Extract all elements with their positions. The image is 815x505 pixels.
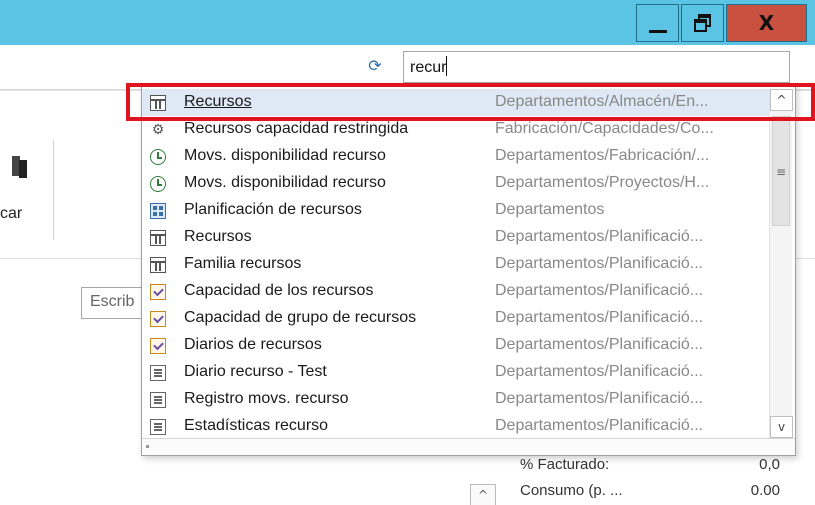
result-item-path: Departamentos/Proyectos/H... (495, 174, 710, 191)
result-item-name: Estadísticas recurso (184, 417, 329, 434)
table-icon (150, 230, 166, 246)
result-item-path: Departamentos/Planificació... (495, 309, 704, 326)
refresh-icon[interactable]: ⟳ (366, 57, 384, 75)
restore-icon (693, 14, 712, 32)
result-item-name: Diarios de recursos (184, 336, 322, 353)
minimize-icon (648, 29, 667, 33)
field-label: % Facturado: (520, 456, 610, 473)
history-icon (150, 149, 166, 165)
resize-grip-icon[interactable] (146, 445, 149, 448)
ribbon-action-label[interactable]: car (0, 205, 22, 223)
result-item[interactable]: Diarios de recursos Departamentos/Planifi… (142, 332, 769, 359)
result-item[interactable]: Registro movs. recurso Departamentos/Plan… (142, 386, 769, 413)
result-item-name: Registro movs. recurso (184, 390, 349, 407)
history-icon (150, 176, 166, 192)
search-results-list: Recursos Departamentos/Almacén/En... ⚙ Recu… (142, 89, 769, 440)
result-item-path: Departamentos/Planificació... (495, 336, 704, 353)
result-item-path: Departamentos/Planificació... (495, 417, 704, 434)
result-item[interactable]: Diario recurso - Test Departamentos/Plani… (142, 359, 769, 386)
result-item-name: Familia recursos (184, 255, 302, 272)
result-item[interactable]: Movs. disponibilidad recurso Departamento… (142, 170, 769, 197)
result-item-name: Capacidad de grupo de recursos (184, 309, 417, 326)
scroll-down-button[interactable]: v (770, 416, 793, 438)
field-value: 0.00 (750, 482, 780, 499)
result-item-path: Departamentos (495, 201, 605, 218)
result-item-path: Departamentos/Planificació... (495, 228, 704, 245)
check-icon (150, 311, 166, 327)
doc-icon (150, 419, 166, 435)
text-caret (446, 56, 448, 76)
result-item-path: Fabricación/Capacidades/Co... (495, 120, 714, 137)
maximize-button[interactable] (681, 4, 724, 42)
result-item-path: Departamentos/Planificació... (495, 255, 704, 272)
result-item-name: Recursos (184, 228, 252, 245)
close-icon: X (758, 11, 775, 35)
filter-input-placeholder: Escrib (90, 293, 135, 310)
window-titlebar: X (0, 0, 815, 45)
check-icon (150, 284, 166, 300)
plan-icon (150, 203, 166, 219)
field-label: Consumo (p. ... (520, 482, 623, 499)
doc-icon (150, 365, 166, 381)
doc-icon (150, 392, 166, 408)
gear-icon: ⚙ (151, 122, 165, 138)
ribbon-action-icon[interactable] (12, 150, 28, 182)
result-item[interactable]: Familia recursos Departamentos/Planificac… (142, 251, 769, 278)
search-results-dropdown: Recursos Departamentos/Almacén/En... ⚙ Recu… (141, 83, 796, 456)
dropdown-footer (142, 438, 795, 455)
collapse-button[interactable]: ^ (470, 484, 496, 505)
result-item[interactable]: Movs. disponibilidad recurso Departamento… (142, 143, 769, 170)
scroll-thumb[interactable]: ≡ (772, 116, 790, 226)
result-item[interactable]: Recursos Departamentos/Planificació... (142, 224, 769, 251)
result-item[interactable]: Estadísticas recurso Departamentos/Planif… (142, 413, 769, 440)
result-item-name: Movs. disponibilidad recurso (184, 174, 386, 191)
search-input[interactable]: recur (403, 51, 790, 83)
minimize-button[interactable] (636, 4, 679, 42)
field-value: 0,0 (759, 456, 780, 473)
result-item-name: Capacidad de los recursos (184, 282, 374, 299)
result-item[interactable]: Capacidad de grupo de recursos Departamen… (142, 305, 769, 332)
result-item-path: Departamentos/Planificació... (495, 363, 704, 380)
factbox-field-facturado: % Facturado: 0,0 (520, 456, 780, 473)
result-item-path: Departamentos/Planificació... (495, 390, 704, 407)
result-item[interactable]: Planificación de recursos Departamentos (142, 197, 769, 224)
table-icon (150, 257, 166, 273)
result-item-path: Departamentos/Fabricación/... (495, 147, 710, 164)
result-item-path: Departamentos/Planificació... (495, 282, 704, 299)
result-item-name: Movs. disponibilidad recurso (184, 147, 386, 164)
check-icon (150, 338, 166, 354)
search-input-value: recur (410, 59, 447, 76)
result-item-name: Planificación de recursos (184, 201, 362, 218)
highlight-annotation (126, 83, 815, 121)
result-item-name: Diario recurso - Test (184, 363, 327, 380)
close-button[interactable]: X (726, 4, 807, 42)
result-item[interactable]: Capacidad de los recursos Departamentos/P… (142, 278, 769, 305)
ribbon-separator (53, 140, 54, 240)
factbox-field-consumo: Consumo (p. ... 0.00 (520, 482, 780, 499)
result-item-name: Recursos capacidad restringida (184, 120, 409, 137)
dropdown-scrollbar[interactable]: ^ ≡ v (769, 89, 793, 438)
